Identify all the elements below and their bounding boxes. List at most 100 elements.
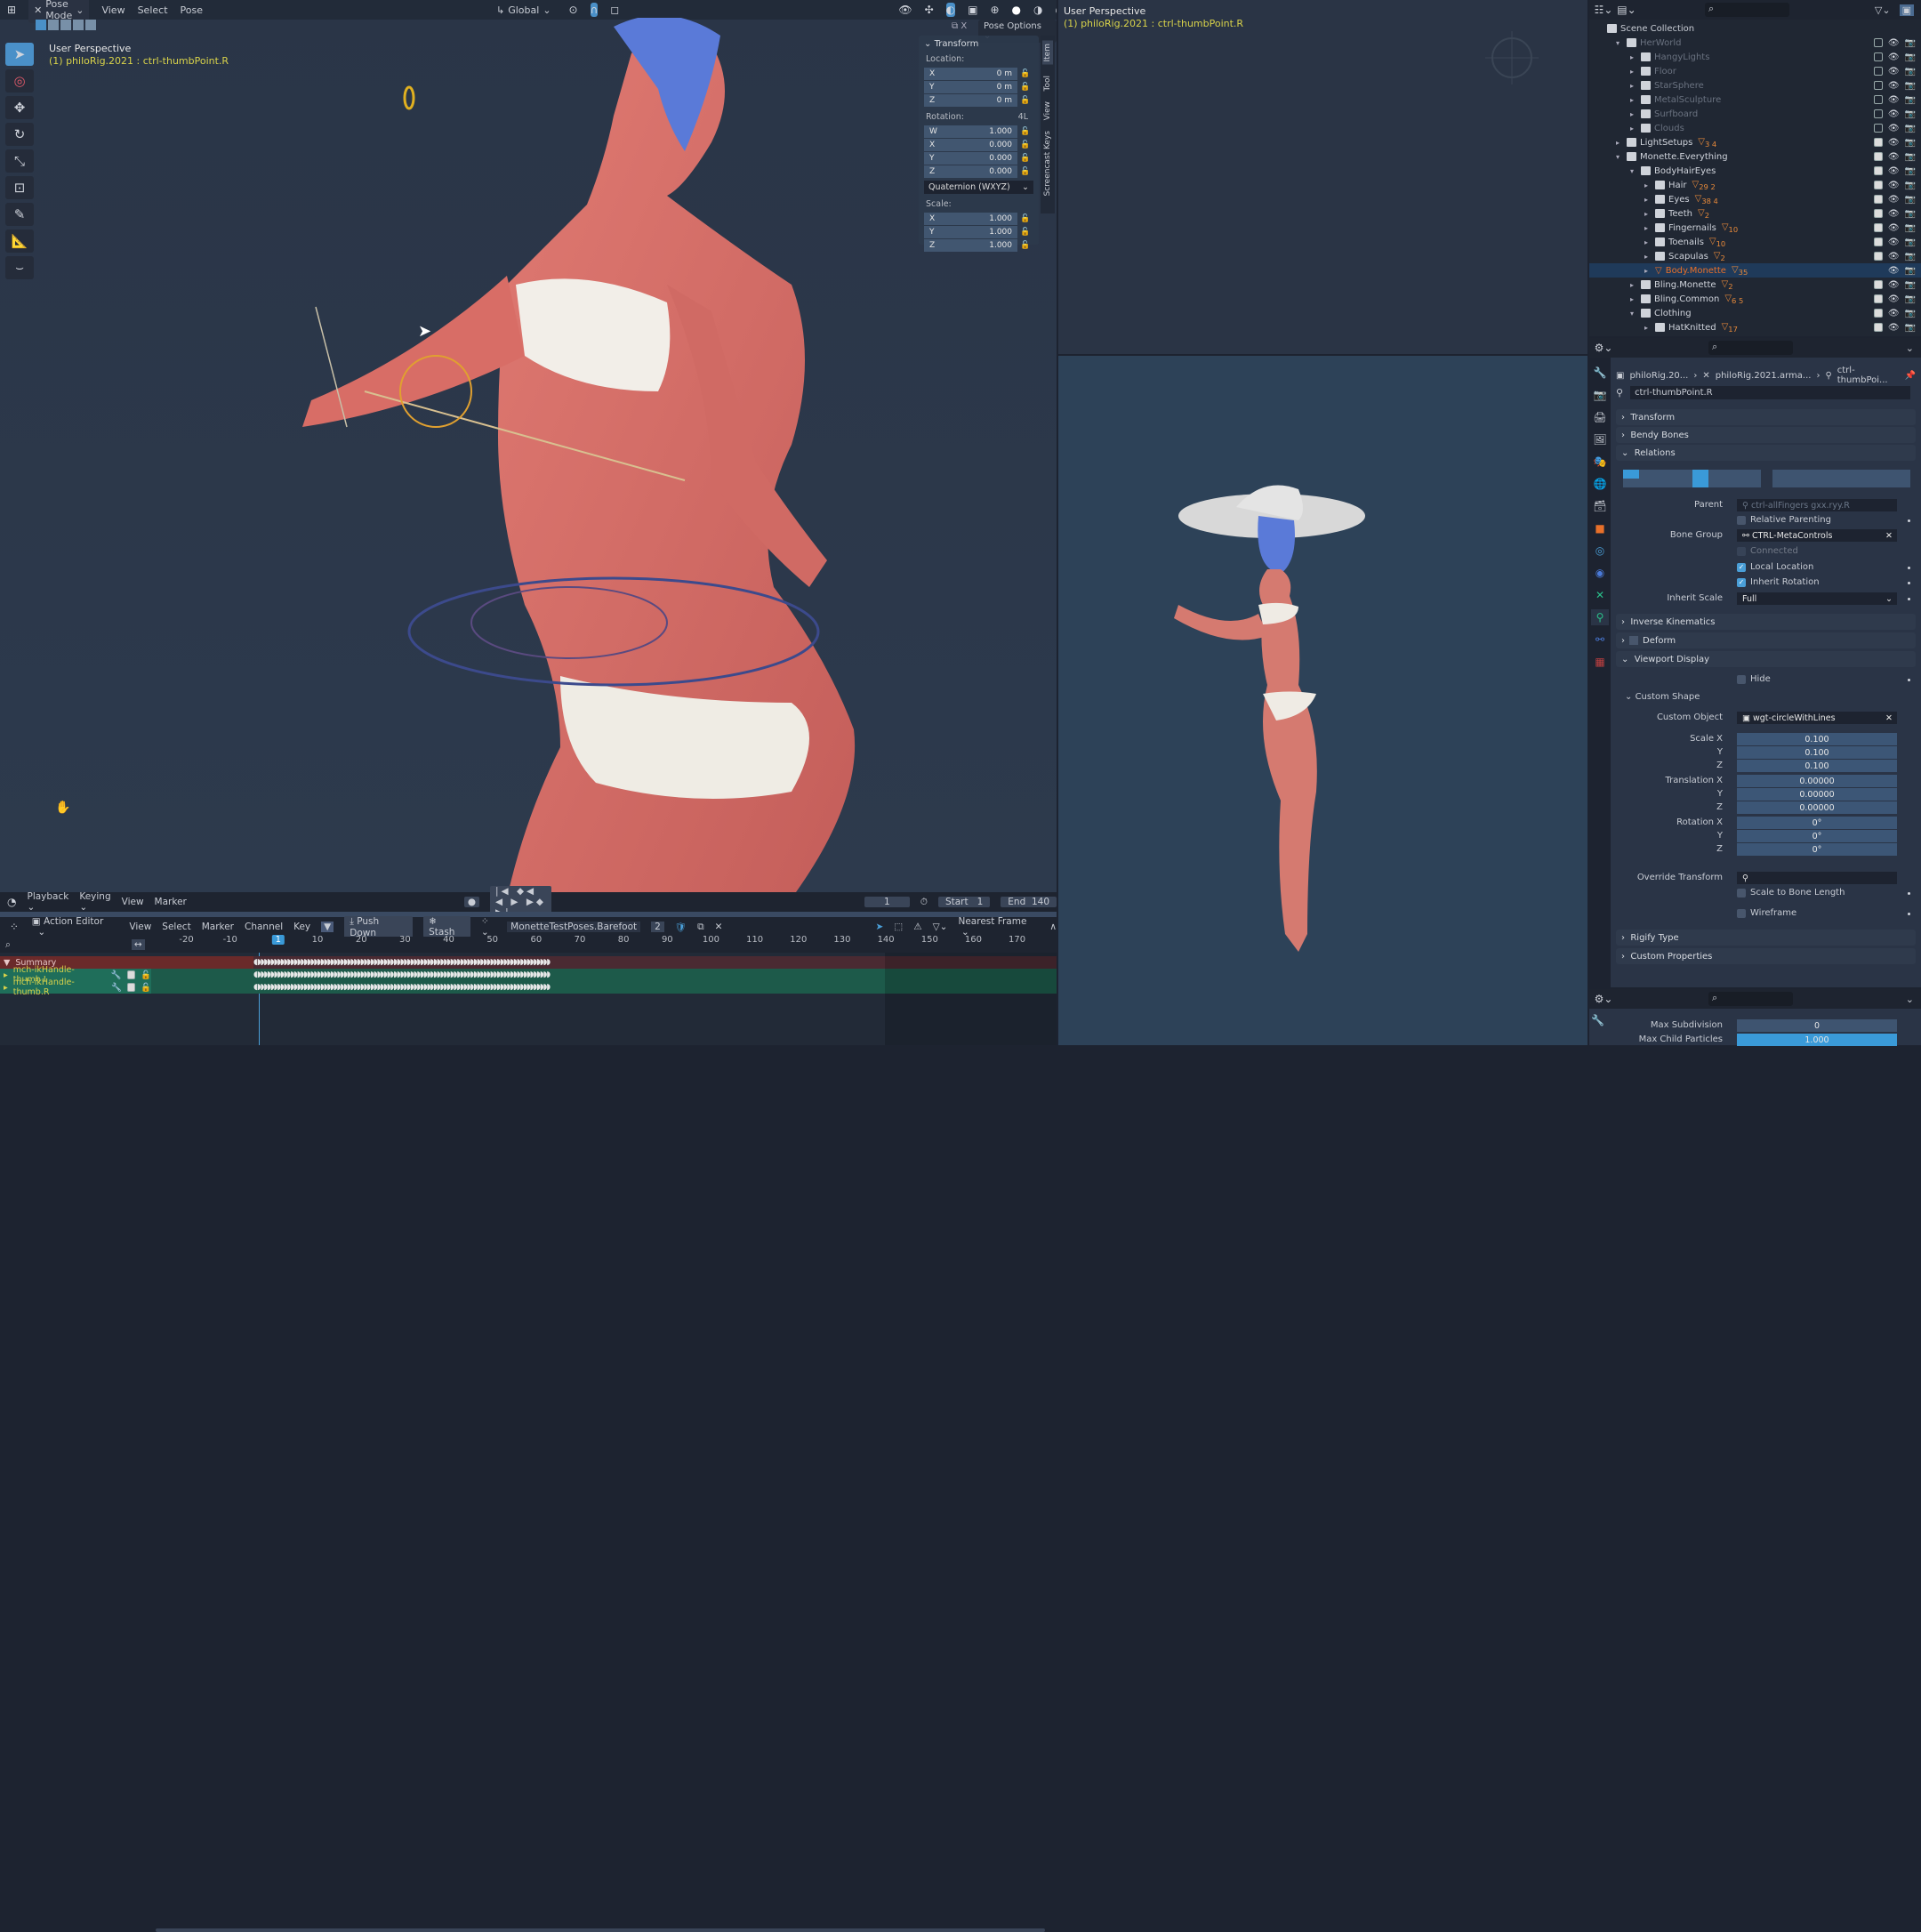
max-subdivision-field[interactable]: 0 <box>1737 1019 1897 1032</box>
wrench-icon[interactable]: 🔧 <box>111 983 122 993</box>
menu-select[interactable]: Select <box>162 922 190 932</box>
eye-icon[interactable]: 👁 <box>1888 52 1900 62</box>
render-tab-icon[interactable]: 📷 <box>1591 387 1609 403</box>
rotate-tool-icon[interactable]: ↻ <box>5 123 34 146</box>
options-chevron-icon[interactable]: ⌄ <box>1906 342 1914 354</box>
cursor-tool-icon[interactable]: ◎ <box>5 69 34 93</box>
camera-icon[interactable]: 📷 <box>1905 124 1916 133</box>
scale-y-field[interactable]: Y 1.000 <box>924 225 1017 238</box>
subsection-custom-shape[interactable]: ⌄ Custom Shape <box>1625 692 1700 702</box>
select-box-tool-icon[interactable]: ➤ <box>5 43 34 66</box>
camera-icon[interactable]: 📷 <box>1905 266 1916 276</box>
exclude-checkbox[interactable] <box>1873 52 1883 61</box>
outliner-item[interactable]: ▸ ▽ Body.Monette ▽35 👁 📷 <box>1589 263 1921 278</box>
shape-translation-y-field[interactable]: 0.00000 <box>1737 788 1897 801</box>
channel-group[interactable]: ▸ mch-ikHandle-thumb.R 🔧 🔓 <box>0 978 151 997</box>
inherit-scale-dropdown[interactable]: Full ⌄ <box>1737 592 1897 605</box>
tab-item[interactable]: Item <box>1042 41 1053 65</box>
outliner-item[interactable]: ▸ HatKnitted ▽17 👁 📷 <box>1589 320 1921 334</box>
camera-icon[interactable]: 📷 <box>1905 309 1916 318</box>
location-y-field[interactable]: Y0 m <box>924 80 1017 93</box>
override-transform-field[interactable]: ⚲ <box>1737 872 1897 884</box>
animate-dot[interactable] <box>1908 913 1910 915</box>
horizontal-scrollbar[interactable] <box>156 1928 1045 1932</box>
search-icon[interactable]: ⌕ <box>5 939 11 951</box>
exclude-checkbox[interactable] <box>1873 222 1883 232</box>
eye-icon[interactable]: 👁 <box>1888 280 1900 290</box>
frame-tick[interactable]: -10 <box>223 935 237 945</box>
animate-dot[interactable] <box>1908 582 1910 584</box>
wireframe-shading-icon[interactable]: ⊕ <box>990 3 999 17</box>
outliner-item[interactable]: ▸ MetalSculpture 👁 📷 <box>1589 93 1921 107</box>
material-shading-icon[interactable]: ◑ <box>1033 3 1042 17</box>
expand-arrow-icon[interactable]: ▸ <box>1630 295 1641 303</box>
outliner-item[interactable]: ▸ Floor 👁 📷 <box>1589 64 1921 78</box>
lock-icon[interactable]: 🔓 <box>1017 141 1033 149</box>
bone-constraints-tab-icon[interactable]: ⚯ <box>1591 632 1609 648</box>
expand-arrow-icon[interactable]: ▸ <box>1644 224 1655 232</box>
collapse-arrow-icon[interactable]: ▾ <box>1616 39 1627 47</box>
lock-icon[interactable]: 🔓 <box>141 970 151 980</box>
shape-scale-y-field[interactable]: 0.100 <box>1737 746 1897 759</box>
measure-tool-icon[interactable]: 📐 <box>5 229 34 253</box>
bone-layers-grid-right[interactable] <box>1772 470 1910 487</box>
shape-translation-z-field[interactable]: 0.00000 <box>1737 801 1897 814</box>
collapse-arrow-icon[interactable]: ▾ <box>1616 153 1627 161</box>
wrench-icon[interactable]: 🔧 <box>111 970 122 980</box>
outliner-item[interactable]: ▸ Clouds 👁 📷 <box>1589 121 1921 135</box>
eye-icon[interactable]: 👁 <box>1888 195 1900 205</box>
menu-marker[interactable]: Marker <box>202 922 234 932</box>
camera-icon[interactable]: 📷 <box>1905 181 1916 190</box>
scale-x-field[interactable]: X 1.000 <box>924 212 1017 225</box>
lock-icon[interactable]: 🔓 <box>1017 167 1033 176</box>
gizmo-icon[interactable]: ✣ <box>925 3 934 17</box>
select-mode-buttons[interactable] <box>36 20 96 30</box>
lock-icon[interactable]: 🔓 <box>1017 69 1033 78</box>
rotation-4l-toggle[interactable]: 4L <box>1018 112 1028 122</box>
bone-envelope-tool-icon[interactable]: ⌣ <box>5 256 34 279</box>
frame-tick[interactable]: 160 <box>965 935 982 945</box>
expand-arrow-icon[interactable]: ▸ <box>1644 253 1655 261</box>
lock-icon[interactable]: 🔓 <box>1017 214 1033 223</box>
modifiers-tab-icon[interactable]: ◎ <box>1591 543 1609 559</box>
light-gizmo[interactable] <box>1485 31 1539 85</box>
shape-translation-x-field[interactable]: 0.00000 <box>1737 775 1897 787</box>
channel-checkbox[interactable] <box>126 970 136 979</box>
properties-editor-icon[interactable]: ⚙⌄ <box>1595 992 1613 1006</box>
animate-dot[interactable] <box>1908 892 1910 895</box>
outliner-editor-icon[interactable]: ☷⌄ <box>1595 3 1613 17</box>
orientation-dropdown[interactable]: ↳ Global ⌄ <box>491 3 557 18</box>
summary-keyframes[interactable]: ◖◗◗◗◗◗◗◗◗◗◗◗◗◗◗◗◗◗◗◗◗◗◗◗◗◗◗◗◗◗◗◗◗◗◗◗◗◗◗◗… <box>253 956 623 969</box>
frame-tick[interactable]: 100 <box>703 935 719 945</box>
frame-tick[interactable]: 70 <box>575 935 586 945</box>
sync-channels-icon[interactable]: ↔ <box>131 939 145 950</box>
unlink-action-icon[interactable]: ✕ <box>715 922 723 932</box>
eye-icon[interactable]: 👁 <box>1888 166 1900 176</box>
hide-checkbox[interactable]: Hide <box>1737 674 1771 684</box>
new-collection-icon[interactable]: ▣ <box>1899 4 1914 16</box>
top-right-viewport[interactable]: User Perspective (1) philoRig.2021 : ctr… <box>1058 0 1587 354</box>
camera-icon[interactable]: 📷 <box>1905 152 1916 162</box>
action-name-field[interactable]: MonetteTestPoses.Barefoot <box>507 922 641 932</box>
select-invert-icon[interactable] <box>73 20 84 30</box>
visibility-icon[interactable]: 👁 <box>898 3 912 17</box>
expand-arrow-icon[interactable]: ▸ <box>1630 53 1641 61</box>
exclude-checkbox[interactable] <box>1873 208 1883 218</box>
expand-arrow-icon[interactable]: ▸ <box>1644 238 1655 246</box>
section-rigify-type[interactable]: › Rigify Type <box>1616 930 1916 946</box>
expand-arrow-icon[interactable]: ▸ <box>1630 96 1641 104</box>
scale-z-field[interactable]: Z 1.000 <box>924 238 1017 252</box>
breadcrumb-object[interactable]: philoRig.20... <box>1629 371 1688 381</box>
exclude-checkbox[interactable] <box>1873 66 1883 76</box>
frame-tick[interactable]: 40 <box>443 935 454 945</box>
properties2-search-input[interactable]: ⌕ <box>1708 992 1793 1006</box>
lock-icon[interactable]: 🔓 <box>1017 96 1033 105</box>
breadcrumb-bone[interactable]: ctrl-thumbPoi... <box>1837 366 1900 385</box>
expand-arrow-icon[interactable]: ▸ <box>1630 82 1641 90</box>
eye-icon[interactable]: 👁 <box>1888 124 1900 133</box>
expand-arrow-icon[interactable]: ▸ <box>1644 324 1655 332</box>
overlays-icon[interactable]: ◐ <box>945 3 956 17</box>
expand-arrow-icon[interactable]: ▸ <box>1630 281 1641 289</box>
eye-icon[interactable]: 👁 <box>1888 138 1900 148</box>
eye-icon[interactable]: 👁 <box>1888 181 1900 190</box>
